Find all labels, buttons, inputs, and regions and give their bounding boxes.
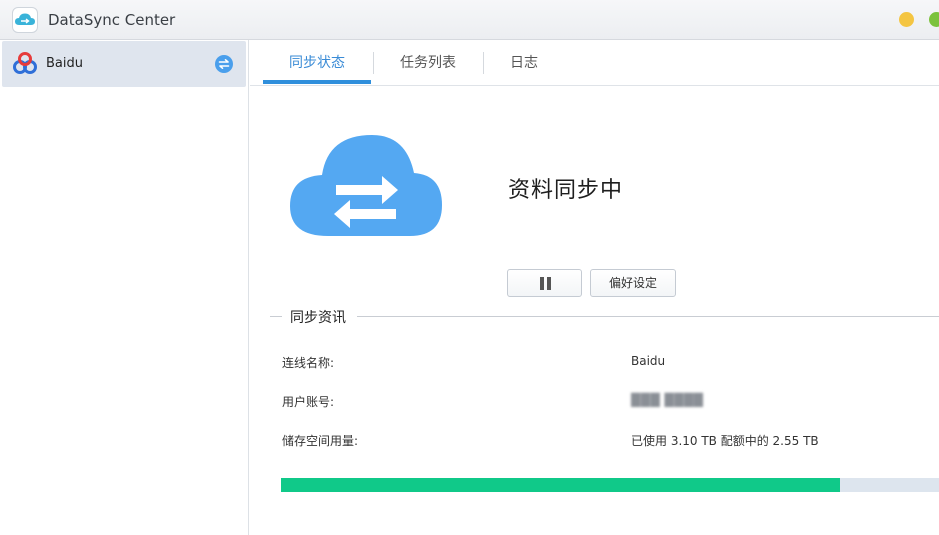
tab-sync-status[interactable]: 同步状态 bbox=[263, 40, 371, 85]
user-account-label: 用户账号: bbox=[282, 395, 335, 409]
storage-usage-progress bbox=[281, 478, 939, 492]
tab-bar: 同步状态 任务列表 日志 bbox=[250, 40, 939, 86]
baidu-cloud-icon bbox=[13, 52, 37, 74]
sidebar-item-baidu[interactable]: Baidu bbox=[2, 41, 246, 87]
storage-usage-progress-fill bbox=[281, 478, 841, 492]
section-title: 同步资讯 bbox=[290, 310, 346, 326]
tab-log[interactable]: 日志 bbox=[484, 40, 564, 85]
sidebar-item-label: Baidu bbox=[46, 56, 83, 71]
tab-task-list[interactable]: 任务列表 bbox=[374, 40, 482, 85]
window-title: DataSync Center bbox=[48, 11, 176, 29]
maximize-button[interactable] bbox=[929, 12, 939, 27]
sync-status-title: 资料同步中 bbox=[508, 178, 624, 203]
sidebar: Baidu bbox=[0, 40, 249, 535]
cloud-sync-icon bbox=[290, 135, 442, 236]
storage-usage-label: 储存空间用量: bbox=[282, 434, 359, 448]
user-account-value: ███ ████ bbox=[631, 393, 704, 407]
preferences-button[interactable]: 偏好设定 bbox=[590, 269, 676, 297]
title-bar: DataSync Center bbox=[0, 0, 939, 40]
pause-button[interactable] bbox=[507, 269, 582, 297]
connection-name-label: 连线名称: bbox=[282, 356, 335, 370]
connection-name-value: Baidu bbox=[631, 354, 666, 368]
syncing-status-icon bbox=[215, 55, 233, 73]
active-tab-indicator bbox=[263, 80, 371, 84]
minimize-button[interactable] bbox=[899, 12, 914, 27]
storage-usage-value: 已使用 3.10 TB 配额中的 2.55 TB bbox=[631, 434, 819, 448]
datasync-app-icon bbox=[12, 7, 38, 33]
section-divider bbox=[357, 316, 939, 317]
section-divider bbox=[270, 316, 282, 317]
